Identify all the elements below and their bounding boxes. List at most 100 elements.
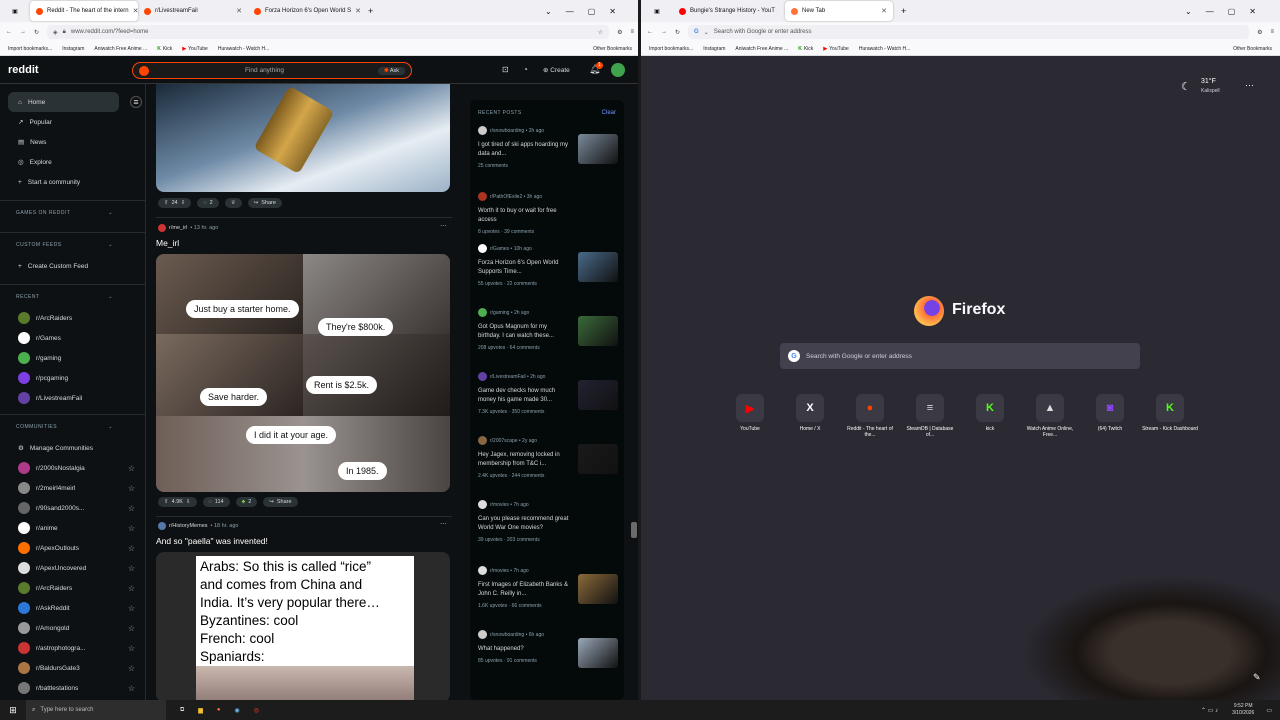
bookmark-aniwatch[interactable]: Aniwatch Free Anime ... [94,46,147,52]
url-bar[interactable]: G ⌄ Search with Google or enter address [688,25,1250,39]
nav-popular[interactable]: ↗ Popular [0,112,145,132]
community-item[interactable]: r/battlestations ☆ [0,678,145,698]
shortcut-tile[interactable]: ● Reddit - The heart of the... [842,394,898,438]
community-item[interactable]: r/2meirl4meirl ☆ [0,478,145,498]
star-icon[interactable]: ☆ [128,644,135,653]
recent-post-item[interactable]: r/movies • 7h ago First Images of Elizabe… [478,566,618,609]
star-icon[interactable]: ☆ [128,564,135,573]
community-item[interactable]: r/BaldursGate3 ☆ [0,658,145,678]
bookmark-instagram[interactable]: Instagram [703,46,725,52]
close-tab-icon[interactable]: ✕ [881,7,887,15]
file-explorer-icon[interactable]: ▆ [198,707,203,714]
clock[interactable]: 9:52 PM 3/10/2026 [1232,703,1254,717]
tab-reddit[interactable]: Reddit - The heart of the intern ✕ [30,1,138,21]
clear-button[interactable]: Clear [602,110,616,116]
shortcut-tile[interactable]: ▲ Watch Anime Online, Free... [1022,394,1078,438]
sidebar-toggle-icon[interactable]: ▣ [0,8,30,15]
forward-icon[interactable]: → [661,29,667,35]
firefox-taskbar-icon[interactable]: ● [217,707,221,713]
menu-icon[interactable]: ≡ [630,29,634,35]
custom-feeds-toggle[interactable]: CUSTOM FEEDS ⌄ [0,232,145,256]
bookmark-aniwatch[interactable]: Aniwatch Free Anime ... [735,46,788,52]
star-icon[interactable]: ☆ [128,544,135,553]
recent-post-item[interactable]: r/LivestreamFail • 2h ago Game dev checks… [478,372,618,415]
create-button[interactable]: ⊕ Create [543,66,570,74]
shortcut-tile[interactable]: Kkick [962,394,1018,432]
weather-temp[interactable]: 31°F [1201,78,1216,85]
community-item[interactable]: r/Amongold ☆ [0,618,145,638]
star-icon[interactable]: ☆ [128,464,135,473]
new-tab-icon[interactable]: + [901,6,906,16]
bookmark-kick[interactable]: K Kick [798,46,813,52]
meme-image[interactable]: Arabs: So this is called “rice” and come… [156,552,450,700]
avatar[interactable] [611,63,625,77]
post-title[interactable]: Me_irl [156,238,179,248]
chat-icon[interactable]: ◔ [523,65,528,74]
vote-control[interactable]: ⇧ 24 ⇩ [158,198,192,208]
share-button[interactable]: ↪ Share [247,198,282,208]
bookmark-import[interactable]: Import bookmarks... [649,46,693,52]
star-icon[interactable]: ☆ [128,664,135,673]
shortcut-tile[interactable]: ▶ YouTube [722,394,778,432]
recent-item[interactable]: r/pcgaming [0,368,145,388]
newtab-search-input[interactable]: G Search with Google or enter address [780,343,1140,369]
recent-item[interactable]: r/ArcRaiders [0,308,145,328]
vote-control[interactable]: ⇧ 4.9K ⇩ [158,497,197,507]
community-item[interactable]: r/anime ☆ [0,518,145,538]
bookmark-star-icon[interactable]: ☆ [598,29,603,36]
community-item[interactable]: r/AskReddit ☆ [0,598,145,618]
task-view-icon[interactable]: ⧉ [180,707,184,714]
other-bookmarks[interactable]: Other Bookmarks [593,46,632,52]
bookmark-hurawatch[interactable]: Hurawatch - Watch H... [218,46,270,52]
reload-icon[interactable]: ↻ [34,29,39,36]
award-button[interactable]: ♕ [224,198,242,208]
start-icon[interactable]: ⊞ [0,705,26,716]
window-controls[interactable]: ⌄—▢✕ [545,7,630,16]
taskbar-search-input[interactable]: ⌕ Type here to search [26,700,166,720]
bookmark-hurawatch[interactable]: Hurawatch - Watch H... [859,46,911,52]
bookmark-instagram[interactable]: Instagram [62,46,84,52]
recent-section-toggle[interactable]: RECENT ⌄ [0,284,145,308]
ask-button[interactable]: ✱ Ask [377,66,405,75]
reload-icon[interactable]: ↻ [675,29,680,36]
recent-post-item[interactable]: r/gaming • 2h ago Got Opus Magnum for my … [478,308,618,351]
bookmark-import[interactable]: Import bookmarks... [8,46,52,52]
recent-item[interactable]: r/gaming [0,348,145,368]
bookmark-youtube[interactable]: ▶ YouTube [823,46,849,52]
scrollbar-thumb[interactable] [631,522,637,538]
post-image[interactable] [156,84,450,192]
star-icon[interactable]: ☆ [128,524,135,533]
search-input[interactable]: Find anything ✱ Ask [132,62,412,79]
menu-icon[interactable]: ≡ [1270,29,1274,35]
recent-post-item[interactable]: r/snowboarding • 6h ago What happened? 85 … [478,630,618,668]
community-item[interactable]: r/ApexUncovered ☆ [0,558,145,578]
tab-new-tab[interactable]: New Tab ✕ [785,1,893,21]
notifications-icon[interactable]: ▭ [1266,707,1272,714]
recent-post-item[interactable]: r/Games • 10h ago Forza Horizon 6's Open … [478,244,618,287]
tab-youtube[interactable]: Bungie's Strange History - YouT [673,1,785,21]
nav-news[interactable]: ▤ News [0,132,145,152]
bookmark-youtube[interactable]: ▶ YouTube [182,46,208,52]
subreddit-link[interactable]: r/HistoryMemes [169,523,208,529]
nav-home[interactable]: ⌂ Home [8,92,119,112]
chrome-taskbar-icon[interactable]: ◎ [254,707,259,714]
close-tab-icon[interactable]: ✕ [355,7,360,15]
steam-taskbar-icon[interactable]: ◉ [235,707,240,714]
create-custom-feed[interactable]: + Create Custom Feed [0,256,145,276]
share-button[interactable]: ↪ Share [263,497,298,507]
bookmark-kick[interactable]: K Kick [157,46,172,52]
sidebar-toggle-icon[interactable]: ▣ [641,8,673,15]
star-icon[interactable]: ☆ [128,604,135,613]
star-icon[interactable]: ☆ [128,624,135,633]
collapse-sidebar-icon[interactable]: ≡ [130,96,142,108]
tab-livestreamfail[interactable]: r/LivestreamFail ✕ [138,1,248,21]
extensions-icon[interactable]: ⚙ [617,29,622,36]
back-icon[interactable]: ← [6,29,12,35]
new-tab-icon[interactable]: + [368,6,373,16]
comments-button[interactable]: ◌ 114 [202,497,230,507]
more-options-icon[interactable]: ⋯ [440,520,447,528]
star-icon[interactable]: ☆ [128,484,135,493]
system-tray-icons[interactable]: ⌃ ▭ ♪ [1201,707,1218,714]
tab-forza[interactable]: Forza Horizon 6's Open World S ✕ [248,1,360,21]
recent-post-item[interactable]: r/movies • 7h ago Can you please recommen… [478,500,618,543]
